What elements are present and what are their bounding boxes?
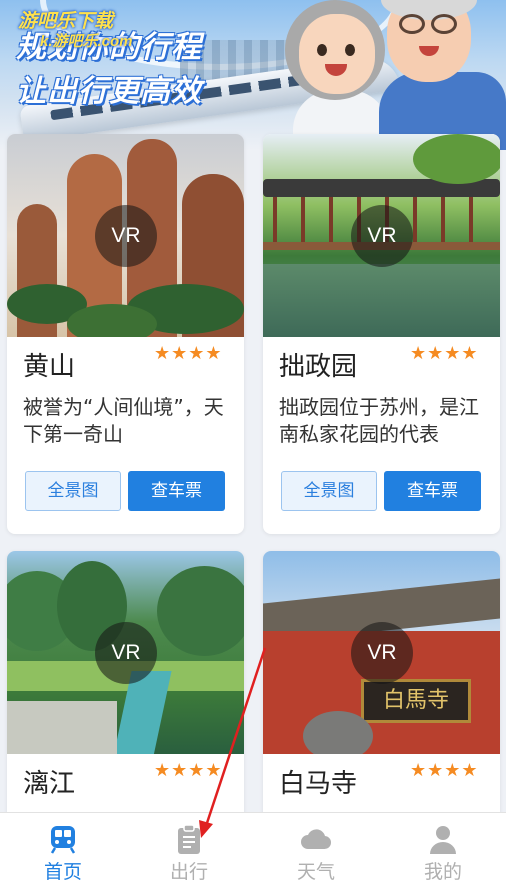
attraction-name: 白马寺 bbox=[279, 769, 358, 799]
nav-label: 出行 bbox=[169, 861, 208, 883]
vr-badge[interactable]: VR bbox=[351, 622, 413, 684]
nav-label: 天气 bbox=[296, 861, 335, 883]
attraction-name: 拙政园 bbox=[279, 352, 358, 382]
attraction-name: 漓江 bbox=[23, 769, 76, 799]
temple-plaque: 白馬寺 bbox=[361, 679, 471, 723]
vr-badge[interactable]: VR bbox=[351, 205, 413, 267]
banner: 规划你的行程 让出行更高效 游吧乐下载 k.游吧乐.com bbox=[0, 0, 506, 150]
cloud-icon bbox=[301, 829, 332, 850]
nav-profile[interactable]: 我的 bbox=[380, 813, 506, 883]
attraction-card-zhuozhengyuan[interactable]: VR 拙政园 ★★★★ 拙政园位于苏州，是江南私家花园的代表 全景图 查车票 bbox=[263, 134, 500, 534]
watermark-overlay: 游吧乐下载 k.游吧乐.com bbox=[18, 11, 133, 51]
attraction-name: 黄山 bbox=[23, 352, 76, 382]
attraction-card-baimasi[interactable]: 白馬寺 VR 白马寺 ★★★★ bbox=[263, 551, 500, 831]
lijiang-photo[interactable]: VR bbox=[7, 551, 244, 754]
vr-badge[interactable]: VR bbox=[95, 205, 157, 267]
attraction-description: 拙政园位于苏州，是江南私家花园的代表 bbox=[279, 395, 479, 446]
baimasi-photo[interactable]: 白馬寺 VR bbox=[263, 551, 500, 754]
attraction-description: 被誉为“人间仙境”，天下第一奇山 bbox=[23, 395, 224, 446]
elderly-couple-illustration bbox=[285, 0, 506, 150]
panorama-button[interactable]: 全景图 bbox=[25, 471, 121, 511]
banner-title-line2: 让出行更高效 bbox=[16, 74, 202, 109]
nav-weather[interactable]: 天气 bbox=[253, 813, 379, 883]
attraction-card-lijiang[interactable]: VR 漓江 ★★★★ bbox=[7, 551, 244, 831]
attraction-card-huangshan[interactable]: VR 黄山 ★★★★ 被誉为“人间仙境”，天下第一奇山 全景图 查车票 bbox=[7, 134, 244, 534]
bottom-nav: 首页 出行 天气 我的 bbox=[0, 812, 506, 883]
train-icon bbox=[50, 826, 76, 854]
panorama-button[interactable]: 全景图 bbox=[281, 471, 377, 511]
clipboard-icon bbox=[178, 824, 200, 854]
nav-label: 首页 bbox=[43, 861, 82, 883]
nav-home[interactable]: 首页 bbox=[0, 813, 126, 883]
star-rating: ★★★★ bbox=[410, 760, 479, 781]
zhuozhengyuan-photo[interactable]: VR bbox=[263, 134, 500, 337]
star-rating: ★★★★ bbox=[154, 760, 223, 781]
check-ticket-button[interactable]: 查车票 bbox=[128, 471, 225, 511]
star-rating: ★★★★ bbox=[154, 343, 223, 364]
check-ticket-button[interactable]: 查车票 bbox=[384, 471, 481, 511]
vr-badge[interactable]: VR bbox=[95, 622, 157, 684]
star-rating: ★★★★ bbox=[410, 343, 479, 364]
nav-travel[interactable]: 出行 bbox=[126, 813, 252, 883]
user-icon bbox=[430, 826, 456, 854]
nav-label: 我的 bbox=[423, 861, 462, 883]
huangshan-photo[interactable]: VR bbox=[7, 134, 244, 337]
